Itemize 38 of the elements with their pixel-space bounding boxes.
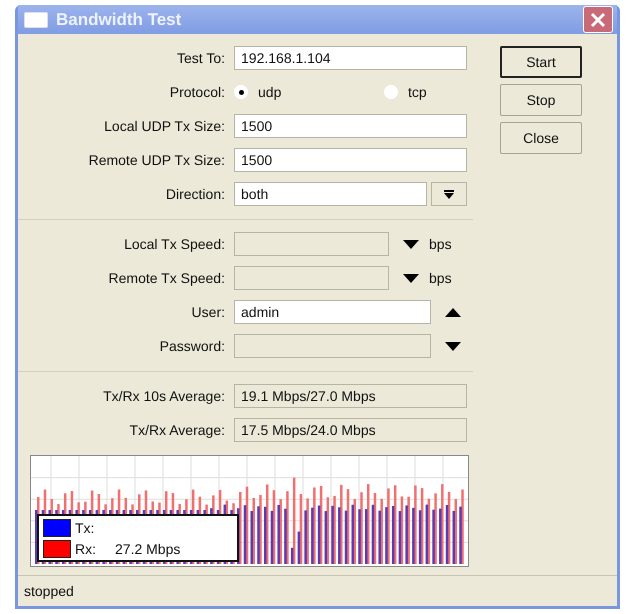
field-label: Remote Tx Speed: [108, 270, 225, 286]
legend-reading: 27.2 Mbps [115, 540, 180, 556]
status-text: stopped [24, 583, 74, 599]
legend-label: Rx: [75, 540, 97, 556]
dialog-button[interactable]: Close [500, 122, 582, 154]
close-icon [590, 12, 606, 28]
window-title: Bandwidth Test [56, 10, 182, 30]
input-field[interactable]: 1500 [234, 114, 467, 138]
radio-button[interactable] [234, 85, 248, 99]
radio-label: tcp [408, 84, 427, 100]
field-label: Protocol: [168, 84, 225, 100]
dropdown-field[interactable]: both [234, 182, 427, 206]
input-field[interactable]: admin [234, 300, 431, 324]
field-label: User: [190, 304, 225, 320]
field-label: Direction: [164, 186, 225, 202]
input-field[interactable]: 192.168.1.104 [234, 46, 467, 70]
field-label: Remote UDP Tx Size: [88, 152, 225, 168]
field-label: Local Tx Speed: [123, 236, 225, 252]
radio-label: udp [258, 84, 282, 100]
input-field[interactable]: 1500 [234, 148, 467, 172]
field-label: Tx/Rx 10s Average: [102, 388, 225, 404]
field-label: Local UDP Tx Size: [103, 118, 225, 134]
collapse-arrow-icon[interactable] [445, 308, 461, 316]
window-icon [24, 12, 48, 28]
dialog-button[interactable]: Stop [500, 84, 582, 116]
readout-field: 19.1 Mbps/27.0 Mbps [234, 384, 467, 408]
radio-button[interactable] [384, 85, 398, 99]
dropdown-arrow-icon [444, 190, 454, 198]
field-label: Password: [158, 338, 225, 354]
unit-label: bps [429, 236, 452, 252]
dropdown-button[interactable] [431, 182, 467, 206]
field-label: Tx/Rx Average: [128, 422, 225, 438]
readout-field: 17.5 Mbps/24.0 Mbps [234, 418, 467, 442]
close-button[interactable] [583, 6, 613, 33]
dialog-button[interactable]: Start [500, 46, 582, 78]
field-label: Test To: [176, 50, 225, 66]
unit-label: bps [429, 270, 452, 286]
legend-label: Tx: [75, 520, 96, 536]
